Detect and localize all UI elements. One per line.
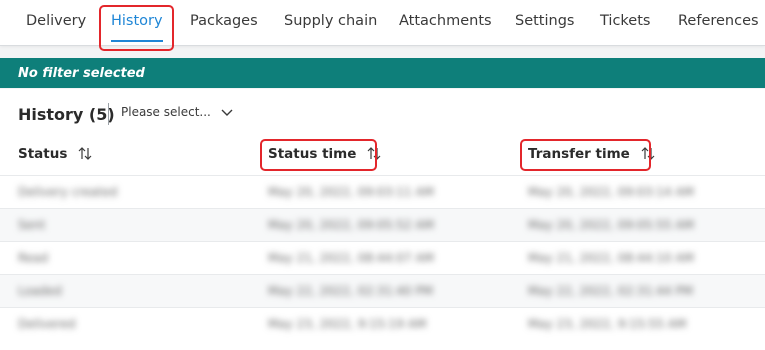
- cell-transfer-time: May 22, 2022, 02:31:44 PM: [528, 284, 693, 298]
- cell-transfer-time: May 20, 2022, 09:03:14 AM: [528, 185, 694, 199]
- column-header-transfer-time[interactable]: Transfer time: [528, 146, 655, 164]
- cell-transfer-time: May 23, 2022, 9:15:55 AM: [528, 317, 687, 331]
- tab-tickets[interactable]: Tickets: [600, 0, 650, 45]
- table-row[interactable]: Read May 21, 2022, 08:44:07 AM May 21, 2…: [0, 241, 765, 274]
- sort-arrows-icon: [367, 147, 381, 164]
- cell-status: Read: [18, 251, 49, 265]
- table-row[interactable]: Delivery created May 20, 2022, 09:03:11 …: [0, 175, 765, 208]
- cell-status-time: May 20, 2022, 09:05:52 AM: [268, 218, 434, 232]
- column-header-status-time-label: Status time: [268, 146, 357, 162]
- cell-status: Sent: [18, 218, 46, 232]
- column-header-status-time[interactable]: Status time: [268, 146, 381, 164]
- filter-bar: No filter selected: [0, 58, 765, 88]
- tab-attachments[interactable]: Attachments: [399, 0, 492, 45]
- cell-status: Loaded: [18, 284, 62, 298]
- table-row[interactable]: Sent May 20, 2022, 09:05:52 AM May 20, 2…: [0, 208, 765, 241]
- cell-status-time: May 21, 2022, 08:44:07 AM: [268, 251, 434, 265]
- tab-references[interactable]: References: [678, 0, 759, 45]
- table-row[interactable]: Delivered May 23, 2022, 9:15:19 AM May 2…: [0, 307, 765, 340]
- history-panel: History (5) Please select... Status Stat…: [0, 89, 765, 350]
- column-header-transfer-time-label: Transfer time: [528, 146, 630, 162]
- column-header-status[interactable]: Status: [18, 146, 92, 164]
- table-row[interactable]: Loaded May 22, 2022, 02:31:40 PM May 22,…: [0, 274, 765, 307]
- history-table-body: Delivery created May 20, 2022, 09:03:11 …: [0, 175, 765, 340]
- history-title: History (5): [18, 105, 115, 124]
- cell-status: Delivered: [18, 317, 76, 331]
- tab-history[interactable]: History: [111, 0, 163, 45]
- cell-status-time: May 20, 2022, 09:03:11 AM: [268, 185, 434, 199]
- sort-arrows-icon: [641, 147, 655, 164]
- history-filter-select-label: Please select...: [121, 105, 211, 119]
- title-divider: [108, 103, 109, 125]
- cell-status-time: May 23, 2022, 9:15:19 AM: [268, 317, 427, 331]
- cell-transfer-time: May 21, 2022, 08:44:10 AM: [528, 251, 694, 265]
- chevron-down-icon: [221, 106, 233, 120]
- cell-transfer-time: May 20, 2022, 09:05:55 AM: [528, 218, 694, 232]
- cell-status: Delivery created: [18, 185, 118, 199]
- filter-status-text: No filter selected: [18, 66, 145, 81]
- sort-arrows-icon: [78, 147, 92, 164]
- cell-status-time: May 22, 2022, 02:31:40 PM: [268, 284, 433, 298]
- tab-bar: Delivery History Packages Supply chain A…: [0, 0, 765, 46]
- history-filter-select[interactable]: Please select...: [121, 105, 233, 120]
- column-header-status-label: Status: [18, 146, 68, 162]
- tab-supply-chain[interactable]: Supply chain: [284, 0, 377, 45]
- tab-packages[interactable]: Packages: [190, 0, 258, 45]
- tab-delivery[interactable]: Delivery: [26, 0, 86, 45]
- tab-settings[interactable]: Settings: [515, 0, 574, 45]
